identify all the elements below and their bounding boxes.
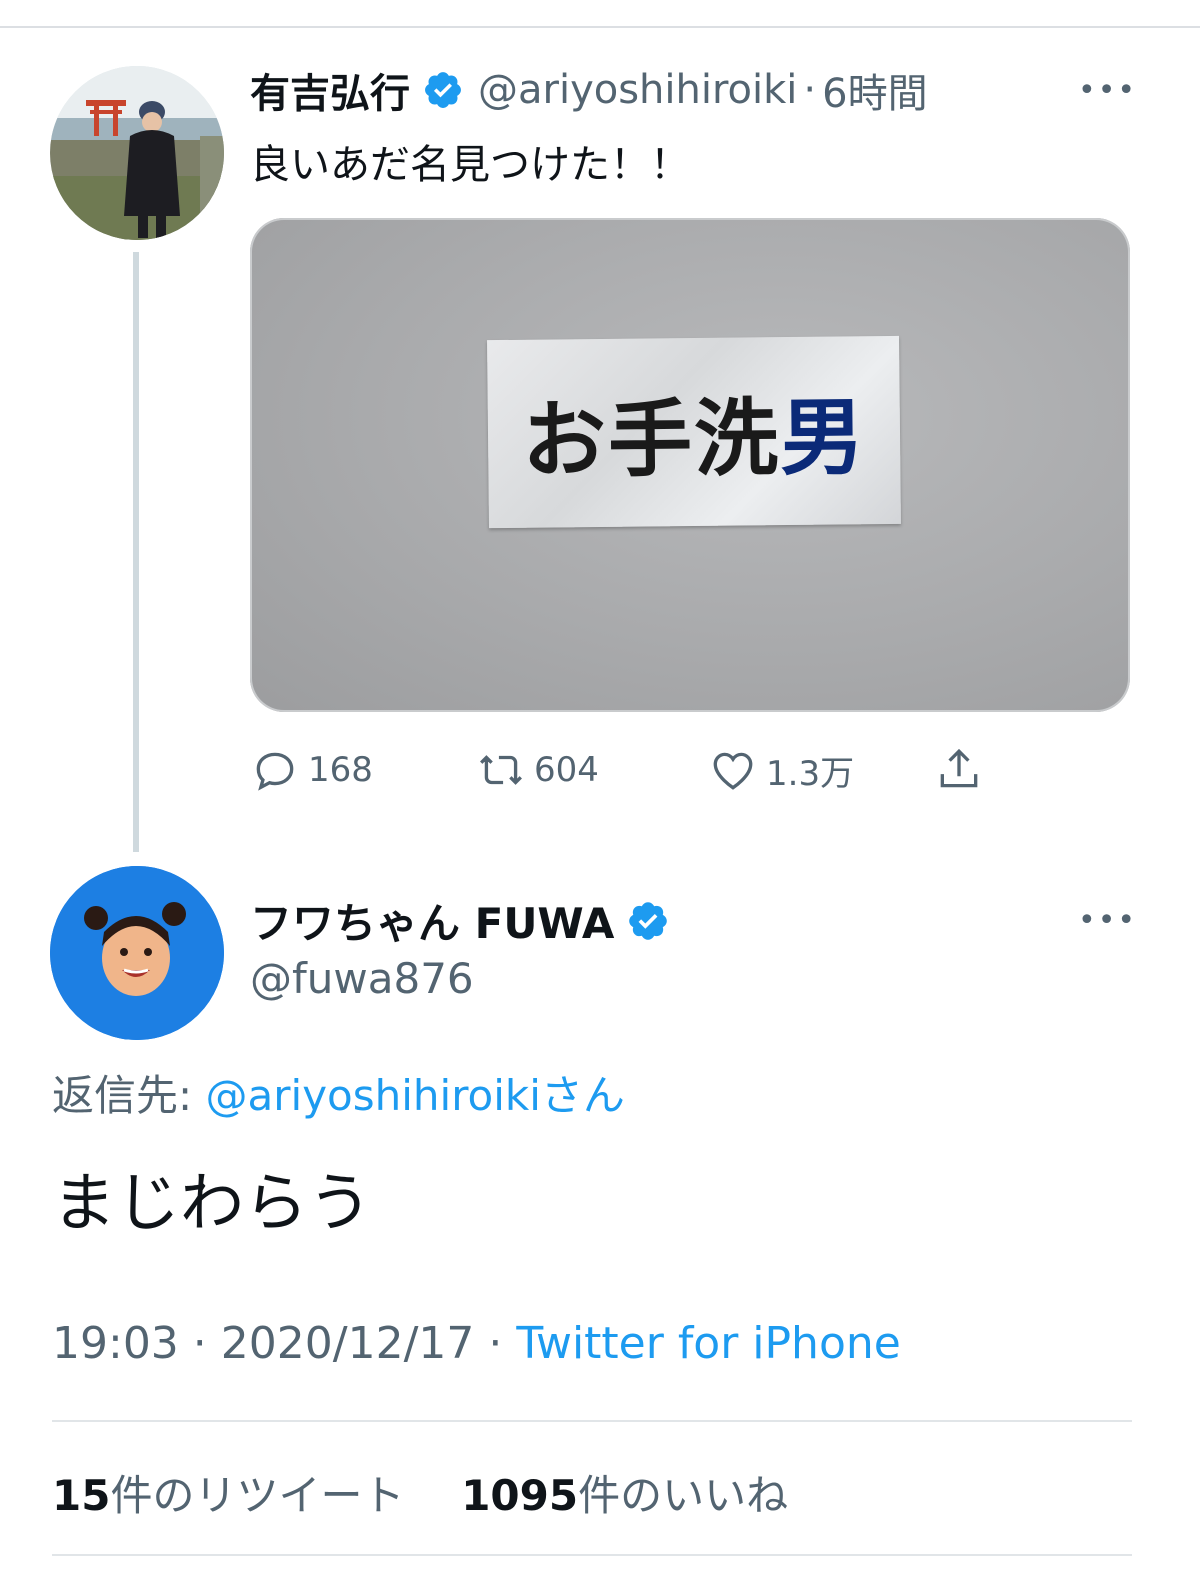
- retweet-count: 604: [534, 750, 599, 790]
- share-icon: [940, 748, 978, 788]
- parent-timestamp[interactable]: 6時間: [822, 61, 927, 119]
- avatar-photo: [50, 66, 224, 240]
- retweet-stats-label: 件のリツイート: [110, 1471, 405, 1520]
- retweet-button[interactable]: 604: [476, 742, 599, 798]
- parent-tweet-text: 良いあだ名見つけた！！: [250, 142, 690, 188]
- header-separator: ·: [803, 67, 817, 113]
- like-icon: [713, 752, 753, 790]
- retweet-stats-link[interactable]: 15件のリツイート: [52, 1471, 404, 1520]
- retweet-total: 15: [52, 1471, 111, 1520]
- verified-badge-icon: [422, 69, 464, 111]
- parent-tweet-header: 有吉弘行 @ariyoshihiroiki · 6時間: [250, 60, 928, 120]
- avatar-fuwa[interactable]: [50, 866, 224, 1040]
- reply-count: 168: [308, 750, 373, 790]
- replying-to: 返信先: @ariyoshihiroikiさん: [52, 1062, 625, 1123]
- parent-display-name[interactable]: 有吉弘行: [250, 61, 410, 119]
- reply-display-name[interactable]: フワちゃん FUWA: [250, 890, 614, 951]
- sign-text: お手洗男: [521, 387, 867, 490]
- avatar-ariyoshi[interactable]: [50, 66, 224, 240]
- divider: [52, 1420, 1132, 1422]
- tweet-media-image[interactable]: お手洗男: [250, 218, 1130, 712]
- retweet-icon: [480, 755, 522, 785]
- like-total: 1095: [461, 1471, 579, 1520]
- divider: [52, 1554, 1132, 1556]
- more-icon[interactable]: •••: [1078, 906, 1137, 936]
- more-icon[interactable]: •••: [1078, 76, 1137, 106]
- like-stats-label: 件のいいね: [578, 1471, 789, 1520]
- like-count: 1.3万: [766, 753, 855, 794]
- reply-button[interactable]: 168: [250, 742, 373, 798]
- share-button[interactable]: [934, 742, 992, 798]
- replying-to-link[interactable]: @ariyoshihiroikiさん: [206, 1071, 625, 1120]
- meta-dot: ·: [178, 1318, 221, 1369]
- reply-tweet-text: まじわらう: [52, 1167, 372, 1241]
- reply-icon: [256, 752, 294, 791]
- tweet-source-link[interactable]: Twitter for iPhone: [516, 1318, 900, 1369]
- reply-handle[interactable]: @fuwa876: [250, 954, 474, 1003]
- avatar-photo: [50, 866, 224, 1040]
- replying-prefix: 返信先:: [52, 1071, 206, 1120]
- tweet-date[interactable]: 2020/12/17: [221, 1318, 475, 1369]
- like-stats-link[interactable]: 1095件のいいね: [461, 1471, 788, 1520]
- thread-connector-line: [133, 252, 139, 852]
- reply-tweet-header: フワちゃん FUWA: [250, 890, 682, 950]
- like-button[interactable]: 1.3万: [708, 742, 854, 798]
- top-divider: [0, 26, 1200, 28]
- verified-badge-icon: [626, 899, 668, 941]
- restroom-sign: お手洗男: [487, 335, 901, 529]
- parent-handle[interactable]: @ariyoshihiroiki: [478, 67, 797, 113]
- tweet-metadata: 19:03 · 2020/12/17 · Twitter for iPhone: [52, 1318, 901, 1369]
- tweet-time[interactable]: 19:03: [52, 1318, 179, 1369]
- meta-dot: ·: [474, 1318, 517, 1369]
- engagement-stats: 15件のリツイート 1095件のいいね: [52, 1462, 788, 1523]
